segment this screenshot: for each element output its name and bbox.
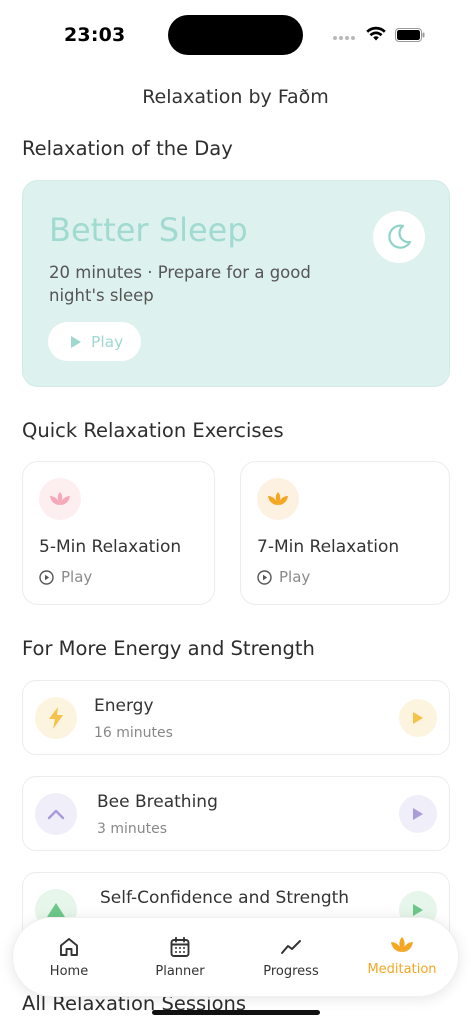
session-play-button[interactable] xyxy=(399,699,437,737)
tab-home[interactable]: Home xyxy=(19,936,119,979)
featured-subtitle: 20 minutes · Prepare for a good night's … xyxy=(49,263,311,305)
quick-card-play-label: Play xyxy=(279,568,311,586)
session-row-title: Bee Breathing xyxy=(97,792,218,812)
lotus-icon xyxy=(391,937,413,952)
play-icon xyxy=(413,712,423,724)
home-indicator xyxy=(152,1010,320,1015)
play-circle-icon xyxy=(39,569,54,585)
quick-card-5min[interactable]: 5-Min Relaxation Play xyxy=(22,461,215,605)
chevron-up-icon xyxy=(35,793,77,835)
cellular-signal-icon xyxy=(333,36,355,40)
tab-progress[interactable]: Progress xyxy=(241,936,341,979)
section-title-energy: For More Energy and Strength xyxy=(22,637,315,660)
session-row-energy[interactable]: Energy 16 minutes xyxy=(22,680,450,755)
session-row-duration: 16 minutes xyxy=(94,725,173,741)
featured-session-card[interactable]: Better Sleep 20 minutes · Prepare for a … xyxy=(22,180,450,387)
section-title-day: Relaxation of the Day xyxy=(22,137,233,160)
calendar-icon xyxy=(170,936,190,957)
bottom-tab-bar: Home Planner Progress Meditation xyxy=(12,917,459,997)
play-circle-icon xyxy=(257,569,272,585)
chart-line-icon xyxy=(281,940,301,954)
quick-card-play[interactable]: Play xyxy=(257,568,310,586)
tab-planner[interactable]: Planner xyxy=(130,936,230,979)
tab-meditation[interactable]: Meditation xyxy=(352,936,452,977)
tab-meditation-label: Meditation xyxy=(367,962,437,977)
quick-card-title: 7-Min Relaxation xyxy=(257,537,400,557)
app-title: Relaxation by Faðm xyxy=(142,86,329,108)
battery-icon xyxy=(395,28,425,42)
wifi-icon xyxy=(366,26,386,41)
featured-play-button[interactable]: Play xyxy=(48,322,141,361)
lotus-icon xyxy=(39,478,81,520)
home-icon xyxy=(60,938,78,956)
session-play-button[interactable] xyxy=(399,795,437,833)
section-title-quick: Quick Relaxation Exercises xyxy=(22,419,284,442)
quick-card-play[interactable]: Play xyxy=(39,568,92,586)
tab-planner-label: Planner xyxy=(155,964,205,979)
status-time: 23:03 xyxy=(64,24,126,46)
lotus-icon xyxy=(257,478,299,520)
session-row-bee-breathing[interactable]: Bee Breathing 3 minutes xyxy=(22,776,450,851)
featured-play-label: Play xyxy=(91,332,124,351)
moon-icon xyxy=(373,211,425,263)
session-row-title: Self-Confidence and Strength xyxy=(100,888,350,908)
session-row-title: Energy xyxy=(94,696,154,716)
lightning-icon xyxy=(35,697,77,739)
tab-home-label: Home xyxy=(49,964,89,979)
quick-card-7min[interactable]: 7-Min Relaxation Play xyxy=(240,461,450,605)
quick-card-play-label: Play xyxy=(61,568,93,586)
play-icon xyxy=(71,335,81,348)
dynamic-island xyxy=(168,15,303,55)
featured-title: Better Sleep xyxy=(49,211,248,249)
session-row-duration: 3 minutes xyxy=(97,821,168,837)
play-icon xyxy=(413,904,423,916)
quick-card-title: 5-Min Relaxation xyxy=(39,537,182,557)
tab-progress-label: Progress xyxy=(263,964,319,979)
play-icon xyxy=(413,808,423,820)
status-bar: 23:03 xyxy=(0,0,471,64)
